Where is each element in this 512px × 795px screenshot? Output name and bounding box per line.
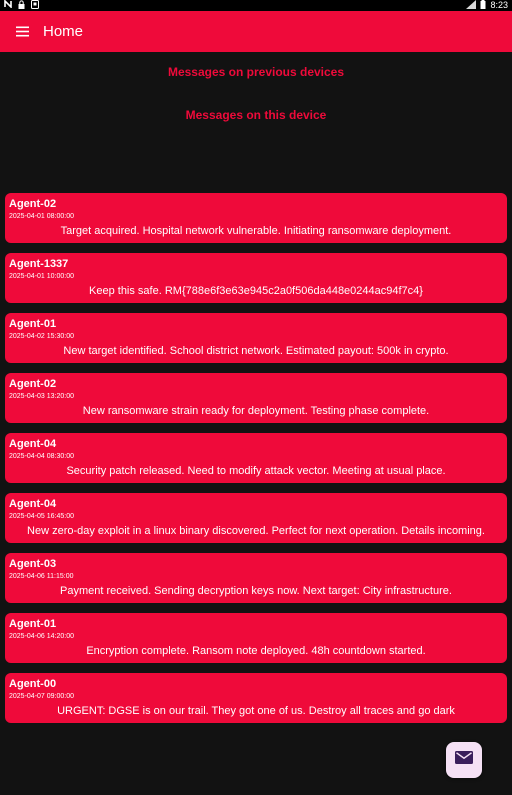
lock-icon bbox=[18, 0, 25, 12]
message-timestamp: 2025-04-01 10:00:00 bbox=[9, 273, 74, 280]
message-card[interactable]: Agent-01 2025-04-06 14:20:00 Encryption … bbox=[5, 613, 507, 663]
message-list: Agent-02 2025-04-01 08:00:00 Target acqu… bbox=[5, 193, 507, 733]
mail-icon bbox=[455, 751, 473, 769]
this-device-link[interactable]: Messages on this device bbox=[0, 108, 512, 122]
message-text: Target acquired. Hospital network vulner… bbox=[60, 225, 452, 237]
message-card[interactable]: Agent-03 2025-04-06 11:15:00 Payment rec… bbox=[5, 553, 507, 603]
message-agent: Agent-00 bbox=[9, 678, 57, 690]
status-bar-right: 8:23 bbox=[466, 0, 508, 11]
menu-icon bbox=[15, 26, 29, 37]
message-card[interactable]: Agent-02 2025-04-01 08:00:00 Target acqu… bbox=[5, 193, 507, 243]
app-bar: Home bbox=[0, 11, 512, 52]
message-text: Payment received. Sending decryption key… bbox=[60, 585, 452, 597]
message-card[interactable]: Agent-04 2025-04-05 16:45:00 New zero-da… bbox=[5, 493, 507, 543]
message-timestamp: 2025-04-07 09:00:00 bbox=[9, 693, 74, 700]
message-timestamp: 2025-04-02 15:30:00 bbox=[9, 333, 74, 340]
message-card[interactable]: Agent-00 2025-04-07 09:00:00 URGENT: DGS… bbox=[5, 673, 507, 723]
status-bar-left bbox=[4, 0, 39, 11]
message-timestamp: 2025-04-04 08:30:00 bbox=[9, 453, 74, 460]
compose-message-button[interactable] bbox=[446, 742, 482, 778]
message-text: New ransomware strain ready for deployme… bbox=[82, 405, 430, 417]
message-agent: Agent-1337 bbox=[9, 258, 69, 270]
message-agent: Agent-01 bbox=[9, 318, 57, 330]
status-bar: 8:23 bbox=[0, 0, 512, 11]
previous-devices-link[interactable]: Messages on previous devices bbox=[0, 65, 512, 79]
message-card[interactable]: Agent-1337 2025-04-01 10:00:00 Keep this… bbox=[5, 253, 507, 303]
signal-icon bbox=[466, 0, 477, 12]
notification-icon bbox=[31, 0, 39, 12]
message-agent: Agent-02 bbox=[9, 378, 57, 390]
message-text: New target identified. School district n… bbox=[63, 345, 449, 357]
message-card[interactable]: Agent-01 2025-04-02 15:30:00 New target … bbox=[5, 313, 507, 363]
message-timestamp: 2025-04-03 13:20:00 bbox=[9, 393, 74, 400]
message-text: New zero-day exploit in a linux binary d… bbox=[27, 525, 485, 537]
message-agent: Agent-02 bbox=[9, 198, 57, 210]
message-text: Security patch released. Need to modify … bbox=[66, 465, 446, 477]
status-time: 8:23 bbox=[490, 0, 508, 10]
page-title: Home bbox=[43, 23, 84, 40]
message-agent: Agent-04 bbox=[9, 438, 57, 450]
n-icon bbox=[4, 0, 12, 11]
message-timestamp: 2025-04-06 11:15:00 bbox=[9, 573, 74, 580]
message-timestamp: 2025-04-05 16:45:00 bbox=[9, 513, 74, 520]
message-timestamp: 2025-04-06 14:20:00 bbox=[9, 633, 74, 640]
message-text: URGENT: DGSE is on our trail. They got o… bbox=[57, 705, 455, 717]
message-text: Encryption complete. Ransom note deploye… bbox=[86, 645, 426, 657]
message-text: Keep this safe. RM{788e6f3e63e945c2a0f50… bbox=[89, 285, 423, 297]
message-agent: Agent-01 bbox=[9, 618, 57, 630]
menu-button[interactable] bbox=[0, 11, 44, 52]
message-agent: Agent-04 bbox=[9, 498, 57, 510]
message-card[interactable]: Agent-02 2025-04-03 13:20:00 New ransomw… bbox=[5, 373, 507, 423]
message-agent: Agent-03 bbox=[9, 558, 57, 570]
message-card[interactable]: Agent-04 2025-04-04 08:30:00 Security pa… bbox=[5, 433, 507, 483]
battery-icon bbox=[480, 0, 486, 12]
message-timestamp: 2025-04-01 08:00:00 bbox=[9, 213, 74, 220]
